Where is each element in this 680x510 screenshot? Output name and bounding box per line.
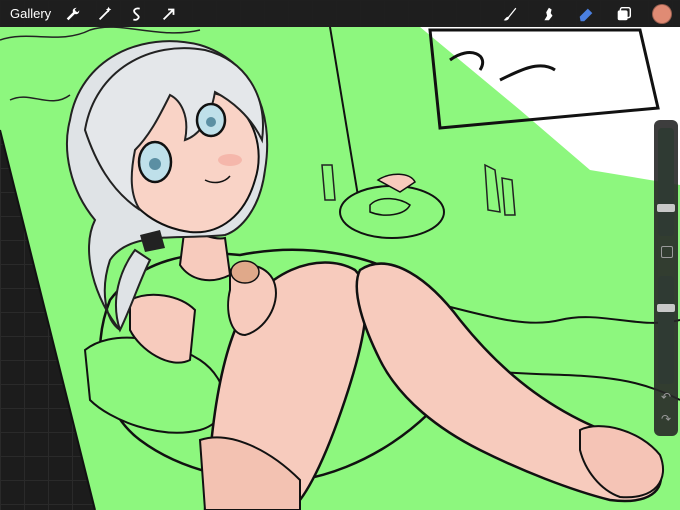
undo-icon[interactable]: ↶ bbox=[658, 390, 674, 404]
wrench-icon[interactable] bbox=[61, 3, 85, 25]
transform-arrow-icon[interactable] bbox=[157, 3, 181, 25]
blush bbox=[218, 154, 242, 166]
top-toolbar: Gallery bbox=[0, 0, 680, 27]
selection-icon[interactable] bbox=[125, 3, 149, 25]
smudge-icon[interactable] bbox=[536, 3, 560, 25]
artwork-canvas[interactable] bbox=[0, 0, 680, 510]
eraser-icon[interactable] bbox=[574, 3, 598, 25]
canvas-workspace[interactable] bbox=[0, 0, 680, 510]
opacity-thumb[interactable] bbox=[657, 304, 675, 312]
opacity-slider[interactable] bbox=[657, 276, 675, 384]
side-toolbar: ↶ ↷ bbox=[654, 120, 678, 436]
plate bbox=[339, 185, 445, 239]
brush-size-thumb[interactable] bbox=[657, 204, 675, 212]
redo-icon[interactable]: ↷ bbox=[658, 412, 674, 426]
left-pupil bbox=[149, 158, 161, 170]
magic-wand-icon[interactable] bbox=[93, 3, 117, 25]
cookie bbox=[230, 260, 260, 284]
gallery-button[interactable]: Gallery bbox=[10, 6, 51, 21]
brush-icon[interactable] bbox=[498, 3, 522, 25]
modify-button[interactable] bbox=[661, 246, 673, 258]
current-color-swatch[interactable] bbox=[652, 3, 672, 24]
brush-size-slider[interactable] bbox=[657, 128, 675, 236]
layers-icon[interactable] bbox=[612, 3, 636, 25]
right-pupil bbox=[206, 117, 216, 127]
